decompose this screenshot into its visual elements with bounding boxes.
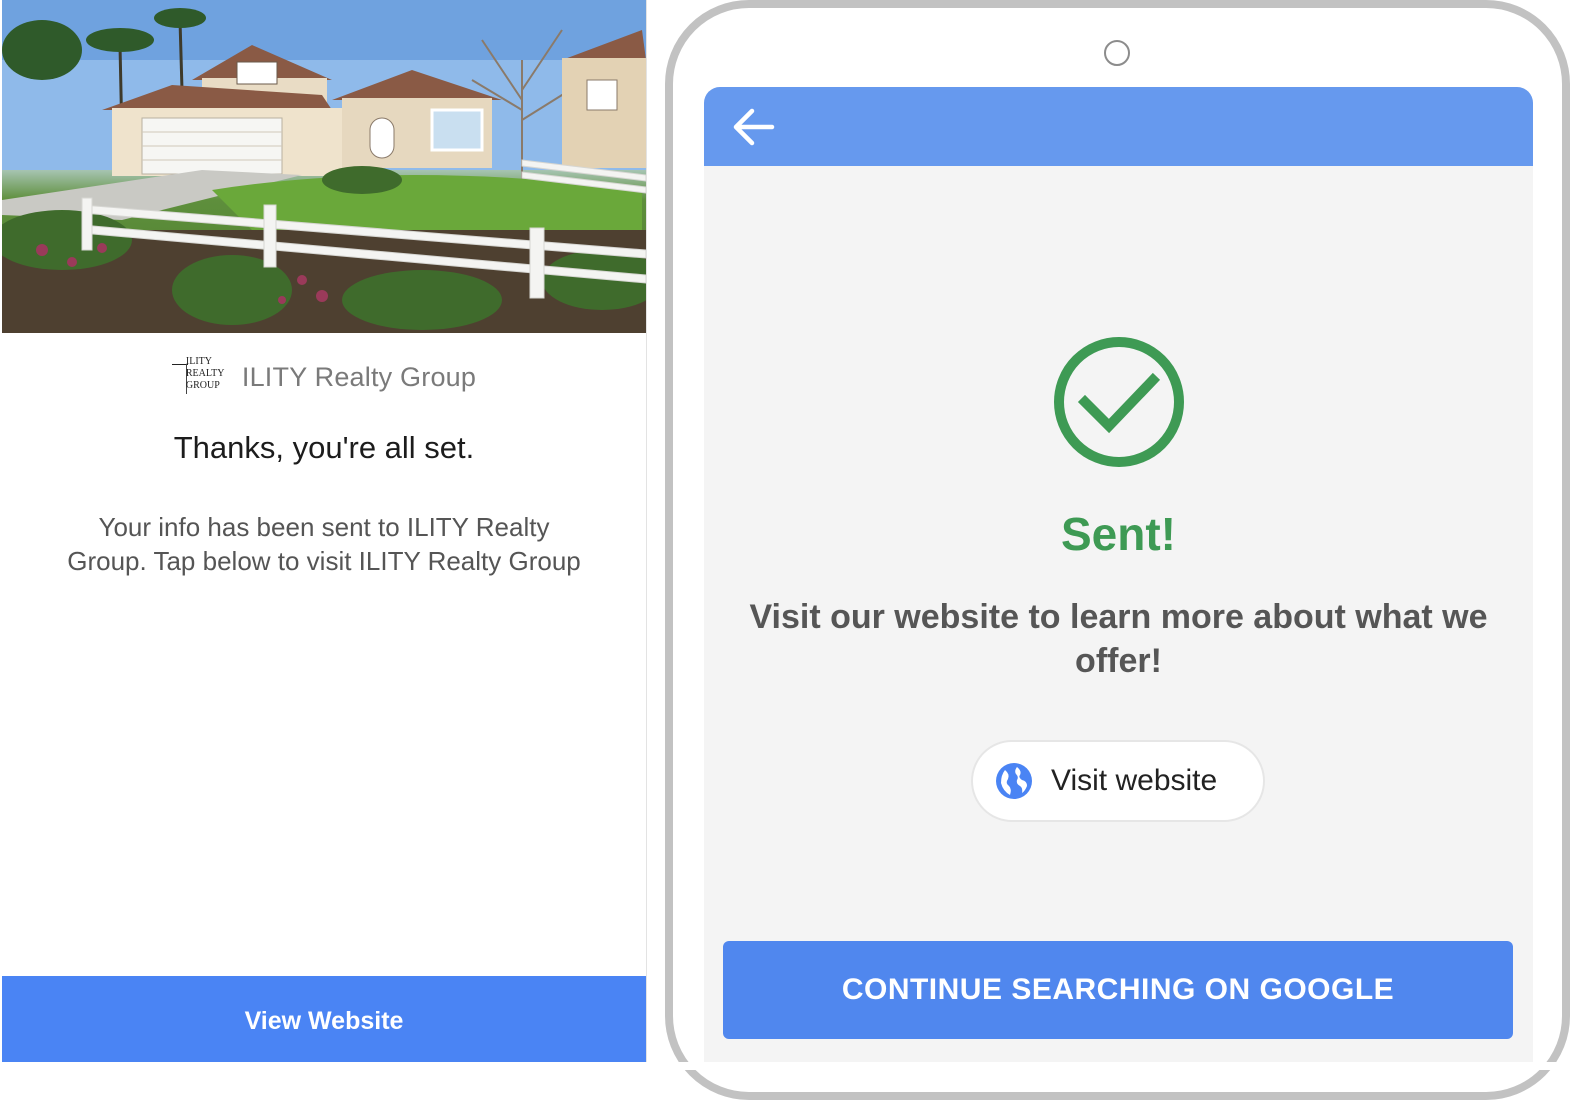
company-logo: ILITY REALTY GROUP <box>171 354 230 400</box>
info-message: Your info has been sent to ILITY Realty … <box>67 512 581 576</box>
thanks-heading: Thanks, you're all set. <box>173 430 475 465</box>
logo-line-2: REALTY <box>185 368 225 379</box>
globe-icon <box>995 762 1033 800</box>
visit-website-button[interactable]: Visit website <box>971 740 1265 822</box>
logo-line-3: GROUP <box>185 380 220 391</box>
continue-searching-button[interactable]: CONTINUE SEARCHING ON GOOGLE <box>723 941 1513 1039</box>
phone-screen: Sent! Visit our website to learn more ab… <box>704 87 1533 1070</box>
arrow-left-icon[interactable] <box>732 107 776 147</box>
check-circle-icon <box>1053 336 1185 468</box>
brand-header: ILITY REALTY GROUP ILITY Realty Group <box>2 352 646 402</box>
company-name: ILITY Realty Group <box>241 361 477 392</box>
left-lead-form-panel: ILITY REALTY GROUP ILITY Realty Group Th… <box>2 0 647 1066</box>
visit-website-label: Visit website <box>1051 764 1218 797</box>
bottom-edge <box>0 1062 1592 1070</box>
visit-message: Visit our website to learn more about wh… <box>749 598 1488 680</box>
sent-heading: Sent! <box>1061 508 1176 560</box>
hero-house-image <box>2 0 646 333</box>
view-website-button[interactable]: View Website <box>2 976 646 1066</box>
logo-line-1: ILITY <box>185 356 212 367</box>
top-app-bar <box>704 87 1533 166</box>
house-illustration <box>2 0 646 333</box>
phone-camera-icon <box>1104 40 1130 66</box>
